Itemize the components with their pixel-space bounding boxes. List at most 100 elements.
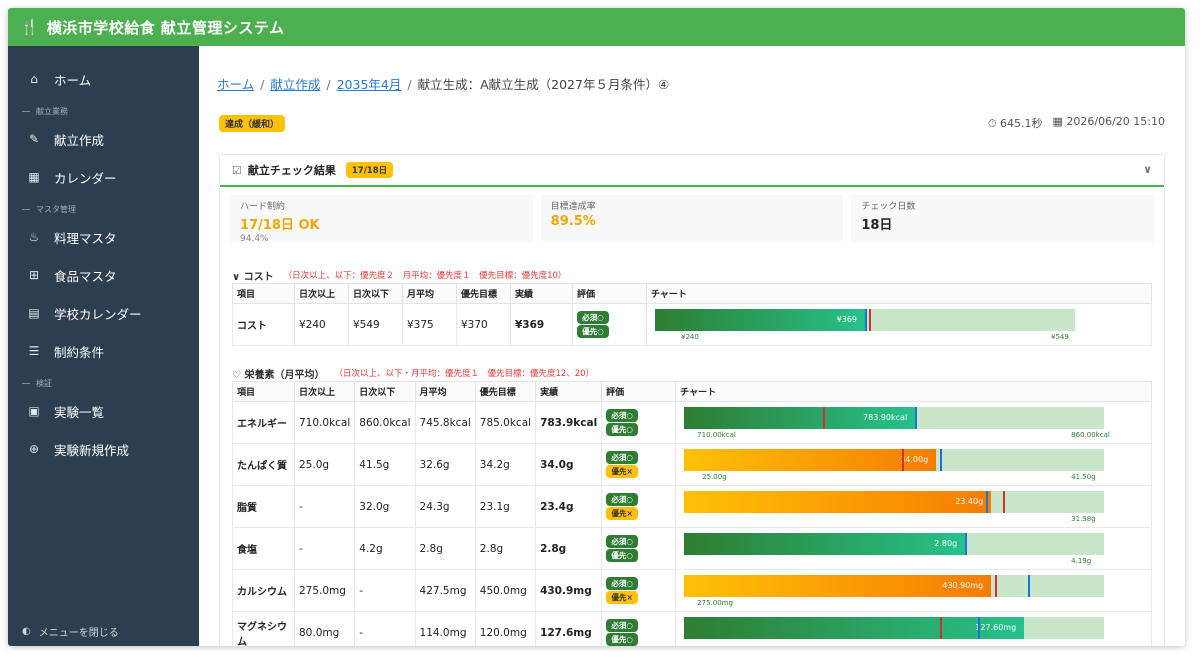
- cost-table: 項目 日次以上 日次以下 月平均 優先目標 実績 評価 チャート コスト ¥240 ¥549 ¥375…: [232, 283, 1152, 346]
- min-value: ¥240: [294, 303, 349, 346]
- sidebar-item-label: 料理マスタ: [54, 230, 117, 246]
- avg-value: 2.8g: [414, 527, 476, 570]
- chart-tick-label: 41.50g: [1071, 472, 1096, 481]
- run-meta: ⏱ 645.1秒 ▦ 2026/06/20 15:10: [988, 115, 1165, 131]
- target-value: ¥370: [456, 303, 511, 346]
- evaluation-badge: 必須○: [606, 493, 639, 506]
- close-menu-label: メニューを閉じる: [38, 627, 119, 639]
- sidebar-item-calendar[interactable]: ▦ カレンダー: [8, 158, 199, 196]
- cost-section-header[interactable]: ∨ コスト （日次以上、以下：優先度２ 月平均：優先度１ 優先目標：優先度10）: [232, 267, 1154, 283]
- actual-value: ¥369: [510, 303, 573, 346]
- checkbox-icon: ☑: [232, 163, 242, 177]
- sidebar-item-school-calendar[interactable]: ▤ 学校カレンダー: [8, 294, 199, 332]
- table-header-row: 項目 日次以上 日次以下 月平均 優先目標 実績 評価 チャート: [232, 381, 1152, 402]
- column-header: 評価: [601, 381, 677, 402]
- limit-marker: [869, 308, 871, 331]
- evaluation-badge: 優先×: [606, 465, 639, 478]
- pot-icon: ♨: [28, 230, 40, 244]
- min-value: 710.0kcal: [293, 401, 356, 444]
- close-menu-button[interactable]: ◐ メニューを閉じる: [8, 616, 199, 646]
- chart-bar: 23.40g: [684, 490, 992, 513]
- section-title: ♡ 栄養素（月平均）: [232, 369, 325, 381]
- row-name: カルシウム: [232, 569, 295, 612]
- evaluation-cell: 必須○ 優先×: [601, 485, 677, 528]
- sidebar-item-experiments[interactable]: ▣ 実験一覧: [8, 392, 199, 430]
- row-name: 食塩: [232, 527, 295, 570]
- evaluation-badge: 必須○: [606, 451, 639, 464]
- stat-sub: 94.4%: [240, 234, 269, 244]
- section-title: ∨ コスト: [232, 271, 274, 283]
- avg-value: 745.8kcal: [414, 401, 476, 444]
- column-header: 月平均: [402, 283, 457, 304]
- column-header: 日次以上: [294, 283, 349, 304]
- calendar-icon: ▤: [28, 306, 40, 320]
- stat-value: 17/18日 OK: [240, 218, 320, 233]
- breadcrumb-current: 献立生成：A献立生成（2027年５月条件）④: [417, 77, 670, 92]
- chart-tick-label: 31.98g: [1071, 514, 1096, 523]
- table-row: 脂質 -32.0g 24.3g 23.1g 23.4g 必須○ 優先× 23.40g 31.98…: [232, 485, 1152, 528]
- panel-header[interactable]: ☑ 献立チェック結果 17/18日 ∨: [220, 155, 1164, 187]
- breadcrumb-home-link[interactable]: ホーム: [217, 77, 254, 92]
- sidebar-item-food-master[interactable]: ⊞ 食品マスタ: [8, 256, 199, 294]
- sidebar-item-new-experiment[interactable]: ⊕ 実験新規作成: [8, 430, 199, 468]
- min-value: 275.0mg: [293, 569, 356, 612]
- top-bar: 🍴 横浜市学校給食 献立管理システム: [8, 8, 1185, 46]
- avg-value: 427.5mg: [414, 569, 476, 612]
- chart-tick-label: 4.19g: [1071, 556, 1092, 565]
- column-header: 月平均: [414, 381, 476, 402]
- progress-chart: 34.00g 25.00g 41.50g: [684, 445, 1105, 485]
- min-value: -: [293, 527, 356, 570]
- max-value: ¥549: [348, 303, 403, 346]
- target-marker: [915, 406, 918, 429]
- evaluation-badge: 優先○: [606, 549, 639, 562]
- nutrition-section-header[interactable]: ♡ 栄養素（月平均） （日次以上、以下・月平均：優先度１ 優先目標：優先度12、…: [232, 365, 1154, 381]
- calendar-icon: ▦: [28, 170, 40, 184]
- sidebar-item-label: 献立作成: [54, 132, 105, 148]
- limit-marker: [902, 448, 905, 471]
- check-result-panel: ☑ 献立チェック結果 17/18日 ∨ ハード制約 17/18日 OK 94.4…: [219, 154, 1165, 646]
- sidebar-item-constraints[interactable]: ☰ 制約条件: [8, 332, 199, 370]
- stat-target-rate: 目標達成率 89.5%: [540, 195, 844, 243]
- chart-tick-label: 25.00g: [702, 472, 727, 481]
- target-value: 785.0kcal: [474, 401, 537, 444]
- app-title: 横浜市学校給食 献立管理システム: [46, 18, 285, 37]
- sidebar-item-menu-create[interactable]: ✎ 献立作成: [8, 120, 199, 158]
- row-name: 脂質: [232, 485, 295, 528]
- chart-cell: 430.90mg 275.00mg: [675, 569, 1152, 612]
- evaluation-cell: 必須○ 優先○: [601, 611, 677, 646]
- stat-hard-constraints: ハード制約 17/18日 OK 94.4%: [230, 195, 533, 244]
- chart-cell: 783.90kcal 710.00kcal 860.00kcal: [675, 401, 1152, 444]
- sidebar-item-label: 学校カレンダー: [54, 306, 142, 322]
- breadcrumb-menu-create-link[interactable]: 献立作成: [270, 77, 320, 92]
- actual-value: 2.8g: [535, 527, 603, 570]
- column-header: 優先目標: [456, 283, 511, 304]
- main-content: ホーム / 献立作成/2035年4月 / 献立生成：A献立生成（2027年５月条件）④ …: [199, 46, 1185, 646]
- min-value: 25.0g: [293, 443, 356, 486]
- breadcrumb: ホーム / 献立作成/2035年4月 / 献立生成：A献立生成（2027年５月条件）④: [217, 77, 670, 92]
- stat-label: ハード制約: [240, 202, 286, 212]
- row-name: コスト: [232, 303, 295, 346]
- sidebar-item-home[interactable]: ⌂ ホーム: [8, 60, 199, 98]
- target-marker: [965, 532, 968, 555]
- table-header-row: 項目 日次以上 日次以下 月平均 優先目標 実績 評価 チャート: [232, 283, 1152, 304]
- evaluation-badge: 優先○: [577, 325, 609, 338]
- limit-marker: [823, 406, 826, 429]
- min-value: 80.0mg: [293, 611, 356, 646]
- fork-knife-icon: 🍴: [20, 18, 39, 36]
- stat-value: 18日: [861, 218, 893, 233]
- chart-bar: 430.90mg: [684, 574, 992, 597]
- column-header: 優先目標: [474, 381, 537, 402]
- progress-chart: 783.90kcal 710.00kcal 860.00kcal: [684, 403, 1110, 443]
- evaluation-badge: 必須○: [606, 409, 639, 422]
- chevron-down-icon[interactable]: ∨: [1143, 163, 1152, 176]
- table-row: コスト ¥240 ¥549 ¥375 ¥370 ¥369 必須○ 優先○ ¥369 ¥240 ¥54…: [232, 303, 1152, 346]
- sidebar-item-label: 実験新規作成: [54, 442, 130, 458]
- sidebar-item-dish-master[interactable]: ♨ 料理マスタ: [8, 218, 199, 256]
- target-value: 34.2g: [474, 443, 537, 486]
- target-value: 120.0mg: [474, 611, 537, 646]
- max-value: 4.2g: [354, 527, 416, 570]
- column-header: 日次以下: [348, 283, 403, 304]
- nutrition-section: ♡ 栄養素（月平均） （日次以上、以下・月平均：優先度１ 優先目標：優先度12、…: [232, 365, 1154, 646]
- panel-title: 献立チェック結果: [247, 164, 336, 177]
- breadcrumb-month-link[interactable]: 2035年4月: [337, 77, 402, 92]
